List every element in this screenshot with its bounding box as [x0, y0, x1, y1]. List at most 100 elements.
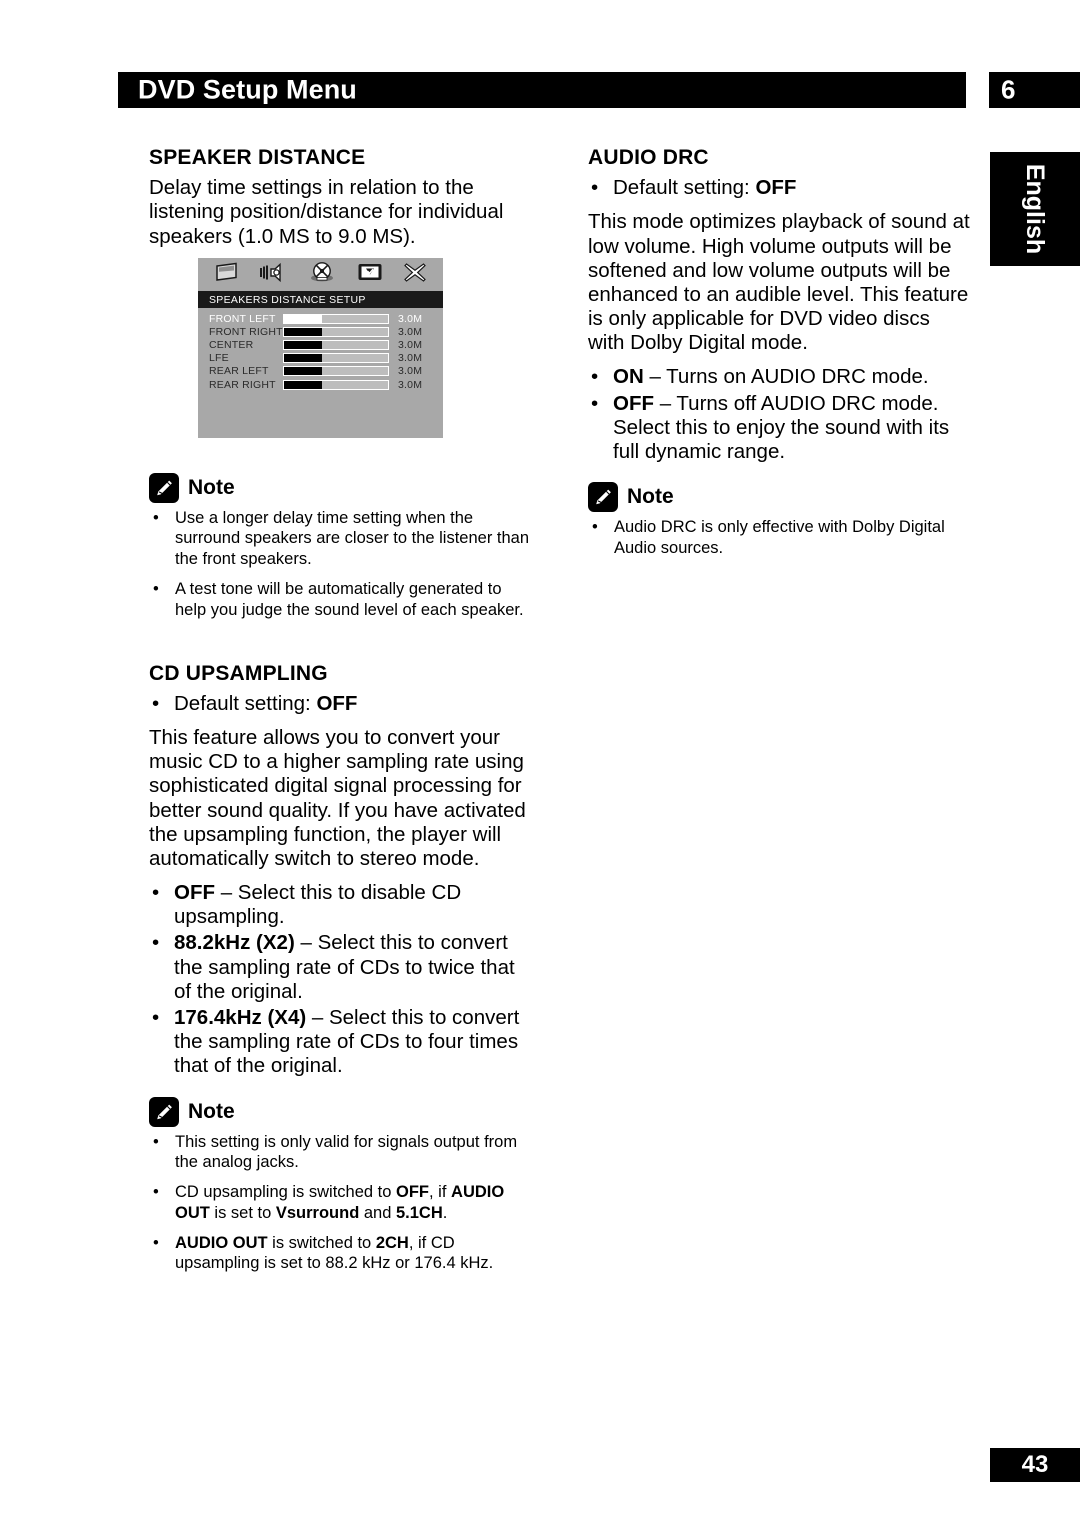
osd-distance-value: 3.0M — [398, 325, 423, 338]
note-list: • Audio DRC is only effective with Dolby… — [588, 517, 970, 559]
option-item: • ON – Turns on AUDIO DRC mode. — [588, 365, 970, 389]
default-setting-value: OFF — [316, 691, 358, 715]
note-block-cd-upsampling: Note • This setting is only valid for sig… — [149, 1096, 531, 1275]
note-emphasis: Vsurround — [275, 1203, 360, 1222]
note-text-run: This setting is only valid for signals o… — [175, 1132, 518, 1172]
note-text-run: is switched to — [267, 1233, 376, 1252]
osd-speaker-row[interactable]: CENTER 3.0M — [198, 338, 443, 351]
option-term: OFF — [613, 391, 654, 415]
note-header: Note — [149, 1096, 531, 1127]
note-item: • This setting is only valid for signals … — [149, 1132, 531, 1174]
audio-drc-options: • ON – Turns on AUDIO DRC mode. • OFF – … — [588, 365, 970, 464]
paragraph-speaker-distance: Delay time settings in relation to the l… — [149, 176, 504, 248]
osd-distance-slider[interactable] — [283, 326, 389, 337]
default-setting-item: • Default setting: OFF — [149, 692, 531, 716]
note-item-text: AUDIO OUT is switched to 2CH, if CD upsa… — [175, 1234, 493, 1273]
pencil-note-icon — [149, 472, 179, 503]
note-emphasis: OFF — [396, 1183, 430, 1202]
right-column: AUDIO DRC • Default setting: OFF This mo… — [588, 146, 970, 568]
note-block-audio-drc: Note • Audio DRC is only effective with … — [588, 482, 970, 559]
default-setting-label: Default setting: — [174, 691, 311, 715]
page-title: DVD Setup Menu — [138, 74, 357, 105]
exit-icon — [403, 262, 427, 288]
bullet-icon: • — [153, 1183, 159, 1202]
disc-icon — [307, 261, 337, 288]
option-item: • 88.2kHz (X2) – Select this to convert … — [149, 931, 531, 1004]
osd-icon-bar — [198, 258, 443, 291]
note-emphasis: 2CH — [375, 1233, 409, 1252]
page-number: 43 — [1021, 1451, 1049, 1478]
osd-distance-value: 3.0M — [398, 365, 423, 378]
osd-title-bar: SPEAKERS DISTANCE SETUP — [198, 291, 443, 308]
osd-speaker-rows: FRONT LEFT 3.0M FRONT RIGHT 3.0M CENTER 3.0M L… — [198, 312, 443, 391]
note-item: • CD upsampling is switched to OFF, if AU… — [149, 1182, 531, 1224]
page-number-badge: 43 — [990, 1448, 1080, 1482]
chapter-badge: 6 — [989, 72, 1080, 108]
osd-distance-value: 3.0M — [398, 352, 423, 365]
osd-distance-slider[interactable] — [283, 366, 389, 377]
osd-speaker-label: REAR RIGHT — [209, 378, 276, 391]
bullet-icon: • — [591, 365, 599, 389]
note-text-run: , if — [429, 1183, 452, 1202]
osd-distance-slider[interactable] — [283, 339, 389, 350]
speaker-audio-icon — [259, 262, 287, 288]
heading-cd-upsampling: CD UPSAMPLING — [149, 661, 328, 685]
heading-speaker-distance: SPEAKER DISTANCE — [149, 146, 366, 169]
bullet-icon: • — [591, 176, 599, 200]
default-setting-item: • Default setting: OFF — [588, 176, 970, 200]
bullet-icon: • — [591, 391, 599, 415]
osd-distance-slider-fill — [284, 340, 323, 349]
chapter-number: 6 — [1001, 74, 1016, 105]
option-item: • 176.4kHz (X4) – Select this to convert… — [149, 1006, 531, 1079]
osd-speaker-row[interactable]: REAR LEFT 3.0M — [198, 365, 443, 378]
option-term: 176.4kHz (X4) — [174, 1006, 307, 1029]
bullet-icon: • — [152, 1006, 160, 1029]
osd-speaker-label: REAR LEFT — [209, 365, 269, 378]
osd-speaker-row[interactable]: FRONT RIGHT 3.0M — [198, 325, 443, 338]
osd-speaker-row[interactable]: REAR RIGHT 3.0M — [198, 378, 443, 391]
option-term: OFF — [174, 881, 215, 905]
osd-distance-slider-fill — [284, 380, 323, 389]
osd-speaker-label: LFE — [209, 352, 229, 365]
osd-title-text: SPEAKERS DISTANCE SETUP — [209, 293, 366, 306]
osd-speaker-label: FRONT LEFT — [209, 312, 276, 325]
note-item-text: Audio DRC is only effective with Dolby D… — [614, 518, 945, 557]
note-item-text: This setting is only valid for signals o… — [175, 1133, 517, 1172]
note-item: • AUDIO OUT is switched to 2CH, if CD ups… — [149, 1233, 531, 1275]
option-term: ON — [613, 365, 644, 389]
osd-speaker-row[interactable]: FRONT LEFT 3.0M — [198, 312, 443, 325]
note-emphasis: AUDIO OUT — [175, 1233, 268, 1252]
note-title: Note — [188, 475, 235, 499]
note-list: • Use a longer delay time setting when t… — [149, 508, 531, 621]
osd-distance-slider[interactable] — [283, 313, 389, 324]
bullet-icon: • — [152, 931, 160, 955]
bullet-icon: • — [153, 1233, 159, 1252]
page-header-bar: DVD Setup Menu — [118, 72, 966, 108]
note-text-run: is set to — [209, 1203, 276, 1222]
heading-audio-drc: AUDIO DRC — [588, 146, 709, 169]
note-title: Note — [188, 1099, 235, 1123]
bullet-icon: • — [153, 1132, 159, 1151]
note-block-speaker-distance: Note • Use a longer delay time setting w… — [149, 472, 531, 621]
note-item: • Audio DRC is only effective with Dolby… — [588, 517, 970, 559]
osd-distance-slider[interactable] — [283, 353, 389, 364]
note-header: Note — [588, 482, 970, 513]
option-item: • OFF – Turns off AUDIO DRC mode. Select… — [588, 392, 970, 465]
osd-distance-slider[interactable] — [283, 379, 389, 390]
osd-distance-slider-fill — [284, 367, 323, 376]
cd-upsampling-options: • OFF – Select this to disable CD upsamp… — [149, 881, 531, 1079]
osd-speaker-row[interactable]: LFE 3.0M — [198, 352, 443, 365]
note-emphasis: 5.1CH — [396, 1203, 443, 1222]
note-header: Note — [149, 472, 531, 503]
osd-distance-slider-fill — [284, 314, 323, 323]
osd-distance-value: 3.0M — [398, 338, 423, 351]
note-text-run: CD upsampling is switched to — [175, 1183, 397, 1202]
option-description: – Turns off AUDIO DRC mode. Select this … — [613, 391, 950, 464]
osd-speaker-label: FRONT RIGHT — [209, 325, 283, 338]
osd-distance-value: 3.0M — [398, 312, 423, 325]
note-item-text: CD upsampling is switched to OFF, if AUD… — [175, 1183, 504, 1222]
note-item-text: A test tone will be automatically genera… — [175, 580, 524, 619]
preferences-icon — [357, 262, 383, 287]
bullet-icon: • — [153, 508, 159, 527]
paragraph-audio-drc: This mode optimizes playback of sound at… — [588, 210, 970, 355]
